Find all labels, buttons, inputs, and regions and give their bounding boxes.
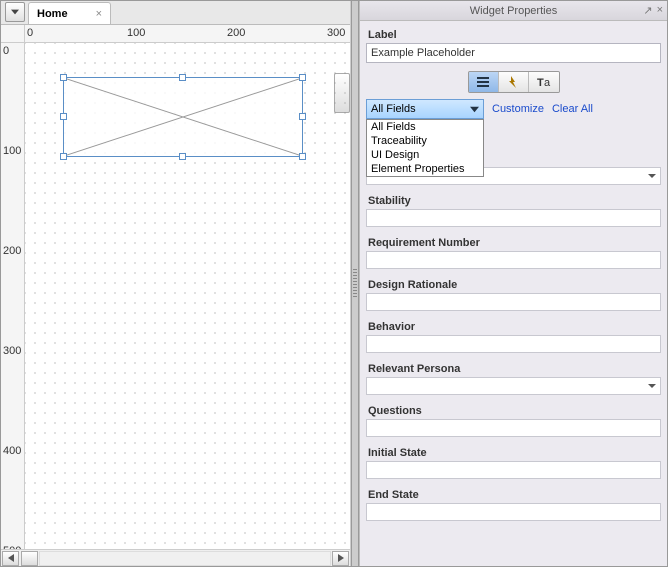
property-label: Initial State [368,447,661,459]
clear-all-link[interactable]: Clear All [552,103,593,115]
label-input[interactable] [366,43,661,63]
svg-text:T: T [537,77,544,87]
properties-panel: Widget Properties ↗ × Label Ta All Field… [359,1,667,566]
resize-handle[interactable] [299,74,306,81]
property-input[interactable] [366,461,661,479]
property-input[interactable] [366,293,661,311]
list-view-button[interactable] [469,72,499,92]
view-mode-toggle: Ta [468,71,560,93]
interactions-button[interactable] [499,72,529,92]
property-label: Design Rationale [368,279,661,291]
dropdown-option[interactable]: All Fields [367,120,483,134]
placeholder-widget[interactable] [63,77,303,157]
property-input[interactable] [366,503,661,521]
resize-handle[interactable] [60,153,67,160]
field-filter-dropdown[interactable]: All Fields [366,99,484,119]
resize-handle[interactable] [179,74,186,81]
ruler-tick: 300 [3,345,21,357]
resize-handle[interactable] [60,113,67,120]
resize-handle[interactable] [179,153,186,160]
scroll-right-button[interactable] [332,551,349,566]
dropdown-option[interactable]: Element Properties [367,162,483,176]
horizontal-scrollbar[interactable] [1,549,350,566]
ruler-tick: 200 [227,27,245,39]
ruler-tick: 100 [3,145,21,157]
resize-handle[interactable] [299,113,306,120]
property-input[interactable] [366,335,661,353]
property-input[interactable] [366,209,661,227]
svg-text:a: a [544,77,551,87]
scroll-left-button[interactable] [2,551,19,566]
dropdown-selected: All Fields [371,103,416,115]
ruler-tick: 400 [3,445,21,457]
tab-menu-button[interactable] [5,2,25,22]
ruler-corner [1,25,25,43]
ruler-tick: 100 [127,27,145,39]
tab-bar: Home × [1,1,350,25]
pin-icon[interactable]: ↗ [643,4,652,17]
property-input[interactable] [366,251,661,269]
ruler-horizontal: 0 100 200 300 [25,25,350,43]
label-field-label: Label [368,29,661,41]
property-label: Behavior [368,321,661,333]
scroll-track[interactable] [39,551,331,566]
property-select[interactable] [366,377,661,395]
ruler-vertical: 0 100 200 300 400 500 [1,43,25,549]
property-label: Questions [368,405,661,417]
dropdown-option[interactable]: UI Design [367,148,483,162]
resize-handle[interactable] [60,74,67,81]
panel-title: Widget Properties [470,5,557,17]
mini-scrollbar[interactable] [334,73,350,113]
tab-close-icon[interactable]: × [96,8,102,20]
tab-label: Home [37,8,68,20]
tab-home[interactable]: Home × [28,2,111,24]
canvas[interactable] [25,43,350,549]
property-label: End State [368,489,661,501]
ruler-tick: 500 [3,545,21,549]
panel-splitter[interactable] [351,1,359,566]
property-label: Relevant Persona [368,363,661,375]
property-input[interactable] [366,419,661,437]
panel-header: Widget Properties ↗ × [360,1,667,21]
ruler-tick: 300 [327,27,345,39]
scroll-thumb[interactable] [21,551,38,566]
field-filter-options: All FieldsTraceabilityUI DesignElement P… [366,119,484,177]
ruler-tick: 0 [27,27,33,39]
customize-link[interactable]: Customize [492,103,544,115]
ruler-tick: 0 [3,45,9,57]
dropdown-option[interactable]: Traceability [367,134,483,148]
property-label: Requirement Number [368,237,661,249]
close-icon[interactable]: × [657,4,663,17]
resize-handle[interactable] [299,153,306,160]
editor-panel: Home × 0 100 200 300 0 100 200 300 400 500 [1,1,351,566]
text-format-button[interactable]: Ta [529,72,559,92]
property-label: Stability [368,195,661,207]
ruler-tick: 200 [3,245,21,257]
